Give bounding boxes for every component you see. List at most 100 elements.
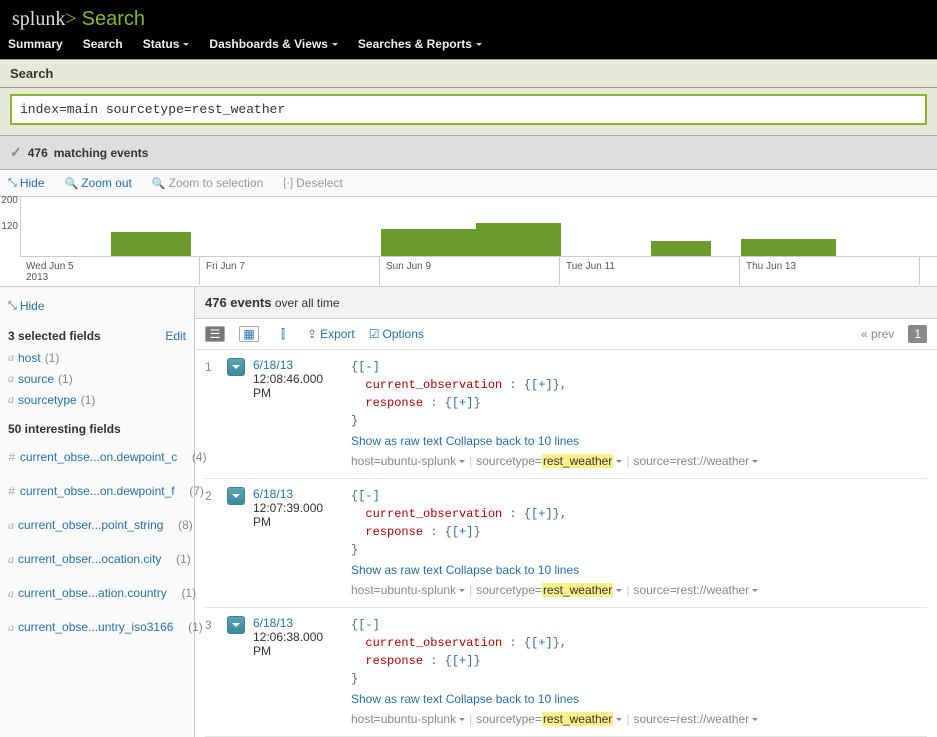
- chevron-down-icon[interactable]: [616, 589, 622, 592]
- x-tick: Tue Jun 11: [560, 257, 740, 285]
- edit-fields-button[interactable]: Edit: [165, 329, 186, 343]
- expand-toggle[interactable]: [+]: [531, 636, 553, 650]
- collapse-toggle[interactable]: [-]: [358, 618, 380, 632]
- event-raw: {[-] current_observation : {[+]}, respon…: [351, 358, 927, 470]
- field-item[interactable]: #current_obse...on.dewpoint_f (7): [8, 474, 186, 508]
- events-list: 1 6/18/1312:08:46.000 PM {[-] current_ob…: [195, 350, 937, 737]
- nav-searches-reports[interactable]: Searches & Reports: [358, 37, 482, 51]
- sidebar-hide-button[interactable]: ⤡Hide: [8, 293, 186, 319]
- expand-toggle[interactable]: [+]: [452, 525, 474, 539]
- field-item[interactable]: asource(1): [8, 368, 186, 389]
- zoomout-label: Zoom out: [81, 176, 132, 190]
- bar[interactable]: [111, 232, 191, 256]
- expand-toggle[interactable]: [+]: [452, 654, 474, 668]
- chevron-down-icon: [183, 43, 189, 46]
- field-item[interactable]: acurrent_obse...ation.country (1): [8, 576, 186, 610]
- event-number: 3: [205, 616, 227, 728]
- chevron-down-icon: [232, 623, 240, 627]
- chevron-down-icon: [332, 43, 338, 46]
- chevron-down-icon[interactable]: [459, 589, 465, 592]
- collapse-lines-button[interactable]: Collapse back to 10 lines: [446, 434, 579, 448]
- chevron-down-icon[interactable]: [752, 589, 758, 592]
- chevron-down-icon[interactable]: [616, 460, 622, 463]
- show-raw-button[interactable]: Show as raw text: [351, 692, 442, 706]
- nav-dashboards[interactable]: Dashboards & Views: [209, 37, 338, 51]
- field-item[interactable]: #current_obse...on.dewpoint_c (4): [8, 440, 186, 474]
- event-row: 3 6/18/1312:06:38.000 PM {[-] current_ob…: [205, 608, 927, 737]
- chevron-down-icon[interactable]: [752, 460, 758, 463]
- expand-toggle[interactable]: [+]: [531, 378, 553, 392]
- matching-events-bar: ✓ 476 matching events: [0, 135, 937, 170]
- nav-label: Search: [83, 37, 123, 51]
- options-button[interactable]: ☑Options: [369, 327, 424, 341]
- source-value[interactable]: rest://weather: [676, 454, 749, 468]
- prev-page-button[interactable]: « prev: [861, 327, 894, 341]
- expand-event-button[interactable]: [227, 487, 245, 505]
- source-value[interactable]: rest://weather: [676, 712, 749, 726]
- expand-event-button[interactable]: [227, 358, 245, 376]
- chevron-down-icon[interactable]: [752, 718, 758, 721]
- x-axis: Wed Jun 52013 Fri Jun 7 Sun Jun 9 Tue Ju…: [20, 257, 937, 285]
- collapse-icon: ⤡: [8, 177, 17, 190]
- bars: [20, 197, 937, 257]
- show-raw-button[interactable]: Show as raw text: [351, 563, 442, 577]
- host-value[interactable]: ubuntu-splunk: [381, 583, 456, 597]
- zoom-sel-icon: 🔍: [152, 177, 166, 190]
- events-span: over all time: [275, 296, 340, 310]
- bar[interactable]: [476, 223, 561, 256]
- chevron-down-icon[interactable]: [616, 718, 622, 721]
- bar[interactable]: [741, 239, 836, 256]
- page-number[interactable]: 1: [908, 325, 927, 343]
- logo-app: Search: [82, 8, 145, 30]
- collapse-toggle[interactable]: [-]: [358, 360, 380, 374]
- nav-search[interactable]: Search: [83, 37, 123, 51]
- event-timestamp: 6/18/1312:06:38.000 PM: [253, 616, 351, 728]
- zoom-out-button[interactable]: 🔍Zoom out: [65, 176, 132, 190]
- top-nav: Summary Search Status Dashboards & Views…: [0, 35, 937, 59]
- zoom-out-icon: 🔍: [65, 177, 79, 190]
- collapse-toggle[interactable]: [-]: [358, 489, 380, 503]
- bar[interactable]: [381, 229, 476, 256]
- sourcetype-value[interactable]: rest_weather: [542, 712, 613, 726]
- show-raw-button[interactable]: Show as raw text: [351, 434, 442, 448]
- bar[interactable]: [651, 241, 711, 256]
- search-input[interactable]: [10, 94, 927, 125]
- nav-label: Summary: [8, 37, 63, 51]
- field-item[interactable]: ahost(1): [8, 347, 186, 368]
- chevron-down-icon[interactable]: [459, 460, 465, 463]
- expand-toggle[interactable]: [+]: [452, 396, 474, 410]
- expand-toggle[interactable]: [+]: [531, 507, 553, 521]
- host-value[interactable]: ubuntu-splunk: [381, 712, 456, 726]
- collapse-lines-button[interactable]: Collapse back to 10 lines: [446, 563, 579, 577]
- event-row: 2 6/18/1312:07:39.000 PM {[-] current_ob…: [205, 479, 927, 608]
- list-view-button[interactable]: ☰: [205, 326, 225, 342]
- chevron-down-icon[interactable]: [459, 718, 465, 721]
- nav-label: Dashboards & Views: [209, 37, 328, 51]
- source-value[interactable]: rest://weather: [676, 583, 749, 597]
- timeline-chart[interactable]: 200 120 Wed Jun 52013 Fri Jun 7 Sun Jun …: [0, 197, 937, 287]
- collapse-icon: ⤡: [8, 300, 17, 313]
- event-meta: host=ubuntu-splunk|sourcetype=rest_weath…: [351, 710, 927, 728]
- collapse-lines-button[interactable]: Collapse back to 10 lines: [446, 692, 579, 706]
- sourcetype-value[interactable]: rest_weather: [542, 583, 613, 597]
- table-view-button[interactable]: ▦: [239, 326, 259, 342]
- host-value[interactable]: ubuntu-splunk: [381, 454, 456, 468]
- sourcetype-value[interactable]: rest_weather: [542, 454, 613, 468]
- nav-summary[interactable]: Summary: [8, 37, 63, 51]
- expand-event-button[interactable]: [227, 616, 245, 634]
- event-number: 1: [205, 358, 227, 470]
- nav-status[interactable]: Status: [143, 37, 190, 51]
- field-item[interactable]: asourcetype(1): [8, 389, 186, 410]
- field-item[interactable]: acurrent_obser...point_string (8): [8, 508, 186, 542]
- x-tick: Wed Jun 52013: [20, 257, 200, 285]
- chart-view-button[interactable]: ⫿: [273, 326, 293, 342]
- field-item[interactable]: acurrent_obse...untry_iso3166 (1): [8, 610, 186, 644]
- selected-fields-header: 3 selected fields: [8, 329, 101, 343]
- export-button[interactable]: ⇪Export: [307, 327, 355, 341]
- events-header: 476 events over all time: [195, 287, 937, 319]
- field-item[interactable]: acurrent_obser...ocation.city (1): [8, 542, 186, 576]
- hide-button[interactable]: ⤡Hide: [8, 176, 45, 190]
- check-icon: ✓: [10, 144, 22, 161]
- events-count: 476 events: [205, 295, 272, 310]
- options-label: Options: [383, 327, 424, 341]
